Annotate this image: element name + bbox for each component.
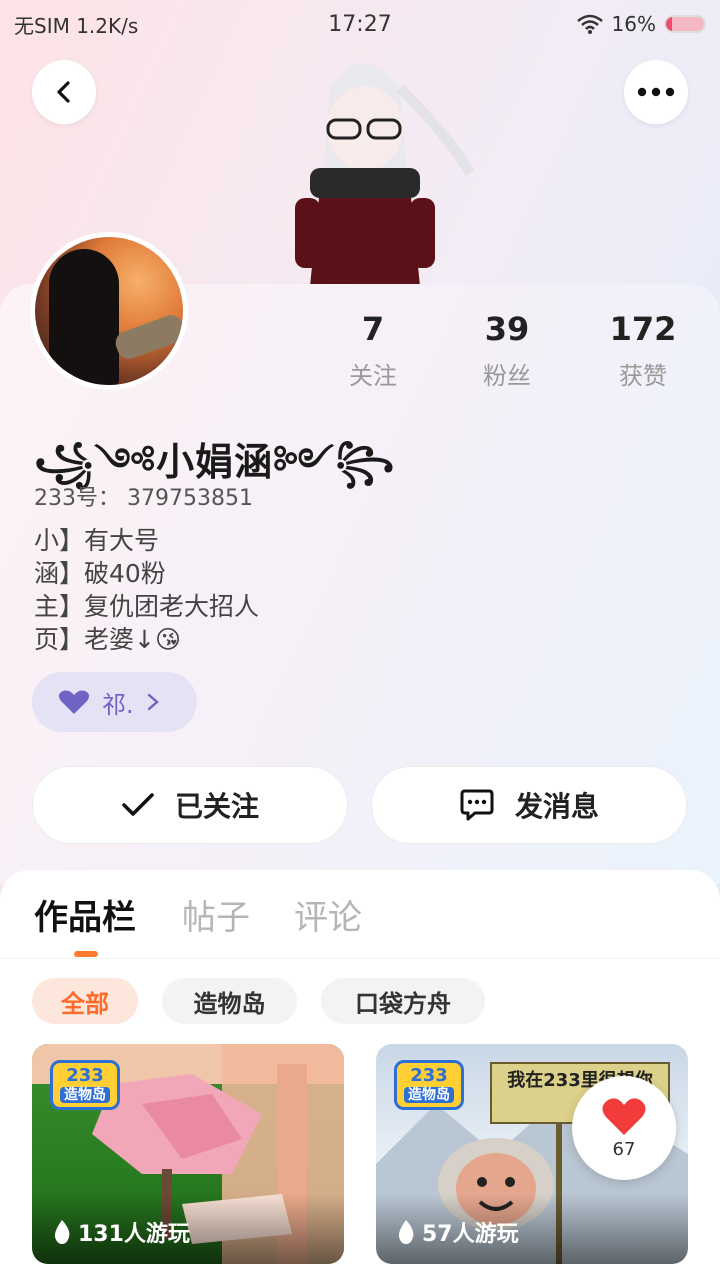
tab-comments[interactable]: 评论 (294, 890, 362, 939)
chevron-left-icon (57, 81, 70, 103)
tab-bar: 作品栏 帖子 评论 (0, 890, 720, 958)
clock: 17:27 (328, 11, 392, 37)
flame-icon (398, 1220, 414, 1244)
send-message-button[interactable]: 发消息 (371, 766, 687, 844)
relationship-tag-label: 祁. (102, 690, 134, 719)
following-stat[interactable]: 7 关注 (313, 310, 433, 391)
game-card[interactable]: 233 造物岛 131人游玩 (32, 1044, 344, 1264)
more-dots-icon (637, 87, 675, 97)
game-logo: 233 造物岛 (394, 1060, 464, 1110)
tab-works[interactable]: 作品栏 (34, 890, 136, 939)
active-tab-indicator (74, 951, 98, 957)
relationship-tag[interactable]: 祁. (32, 672, 197, 732)
play-count-text: 57人游玩 (422, 1222, 519, 1247)
game-logo-name: 造物岛 (60, 1087, 110, 1103)
game-logo-number: 233 (66, 1065, 104, 1086)
game-logo: 233 造物岛 (50, 1060, 120, 1110)
flame-icon (54, 1220, 70, 1244)
followed-button-label: 已关注 (174, 790, 259, 823)
back-button[interactable] (32, 60, 96, 124)
filter-chip-all[interactable]: 全部 (32, 978, 138, 1024)
heart-icon (602, 1097, 646, 1135)
filter-chip-creation-island[interactable]: 造物岛 (162, 978, 297, 1024)
likes-stat[interactable]: 172 获赞 (583, 310, 703, 391)
followed-button[interactable]: 已关注 (32, 766, 348, 844)
like-count: 67 (612, 1138, 636, 1160)
send-message-label: 发消息 (514, 790, 599, 823)
tab-posts[interactable]: 帖子 (182, 890, 250, 939)
following-count: 7 (361, 310, 385, 348)
avatar[interactable] (30, 232, 188, 390)
like-button[interactable]: 67 (572, 1076, 676, 1180)
game-logo-number: 233 (410, 1065, 448, 1086)
status-bar: 无SIM 1.2K/s 17:27 16% (0, 0, 720, 48)
bio: 小】有大号 涵】破40粉 主】复仇团老大招人 页】老婆↓😘 (34, 524, 259, 656)
likes-count: 172 (609, 310, 677, 348)
character-avatar-image (295, 63, 475, 286)
avatar-photo (35, 237, 183, 385)
followers-stat[interactable]: 39 粉丝 (447, 310, 567, 391)
likes-label: 获赞 (619, 362, 667, 390)
chat-bubble-icon (460, 789, 494, 821)
heart-icon (58, 690, 90, 714)
user-id: 233号： 379753851 (34, 486, 253, 511)
battery-icon (664, 15, 706, 33)
divider (0, 958, 720, 959)
following-label: 关注 (349, 362, 397, 390)
play-count: 57人游玩 (396, 1216, 519, 1248)
chevron-right-icon (147, 693, 159, 711)
followers-count: 39 (484, 310, 530, 348)
more-options-button[interactable] (624, 60, 688, 124)
followers-label: 粉丝 (483, 362, 531, 390)
checkmark-icon (122, 793, 154, 816)
play-count-text: 131人游玩 (78, 1222, 190, 1247)
bio-line: 页】老婆↓😘 (34, 625, 182, 654)
bio-line: 主】复仇团老大招人 (34, 592, 260, 621)
play-count: 131人游玩 (52, 1216, 190, 1248)
game-logo-name: 造物岛 (404, 1087, 454, 1103)
bio-line: 涵】破40粉 (34, 559, 166, 588)
bio-line: 小】有大号 (34, 526, 160, 555)
filter-chip-pocket-ark[interactable]: 口袋方舟 (321, 978, 485, 1024)
